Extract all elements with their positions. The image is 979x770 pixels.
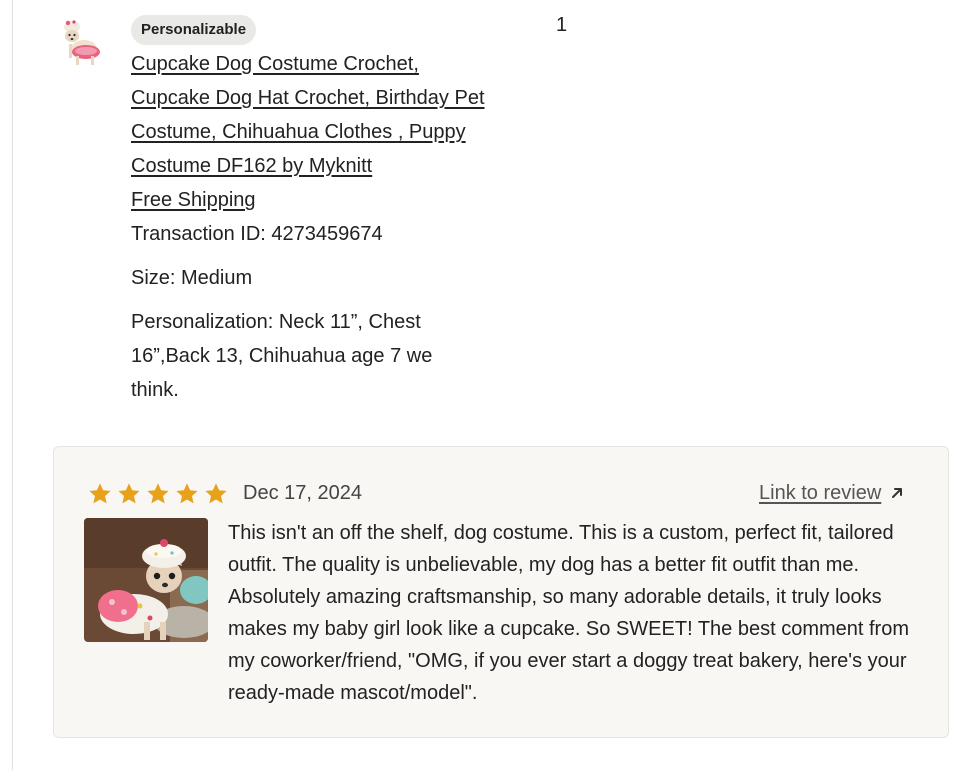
free-shipping-link[interactable]: Free Shipping [131, 183, 256, 217]
personalization-text: Personalization: Neck 11”, Chest 16”,Bac… [131, 311, 433, 401]
arrow-up-right-icon [892, 488, 903, 498]
order-item: Personalizable Cupcake Dog Costume Croch… [0, 0, 979, 430]
review-dog-photo-icon [84, 518, 208, 642]
review-text: This isn't an off the shelf, dog costume… [228, 522, 909, 704]
dog-cupcake-costume-thumbnail-icon [58, 16, 104, 68]
transaction-id: Transaction ID: 4273459674 [131, 223, 383, 245]
star-icon [176, 483, 198, 504]
size-option: Size: Medium [131, 267, 253, 289]
review-date: Dec 17, 2024 [243, 482, 362, 504]
review-photo[interactable] [84, 518, 208, 642]
listing-title-link[interactable]: Cupcake Dog Costume Crochet, Cupcake Dog… [131, 47, 491, 183]
star-icon [147, 483, 169, 504]
personalizable-badge: Personalizable [131, 15, 257, 45]
review-card: Dec 17, 2024 Link to review This isn't a… [53, 446, 949, 738]
star-icon [118, 483, 140, 504]
star-icon [205, 483, 227, 504]
listing-thumbnail[interactable] [58, 16, 104, 68]
star-icon [89, 483, 111, 504]
link-to-review-label: Link to review [759, 482, 882, 504]
listing-details: Personalizable Cupcake Dog Costume Croch… [131, 15, 491, 407]
quantity: 1 [556, 14, 568, 36]
link-to-review[interactable]: Link to review [759, 481, 905, 505]
star-rating [87, 481, 229, 507]
